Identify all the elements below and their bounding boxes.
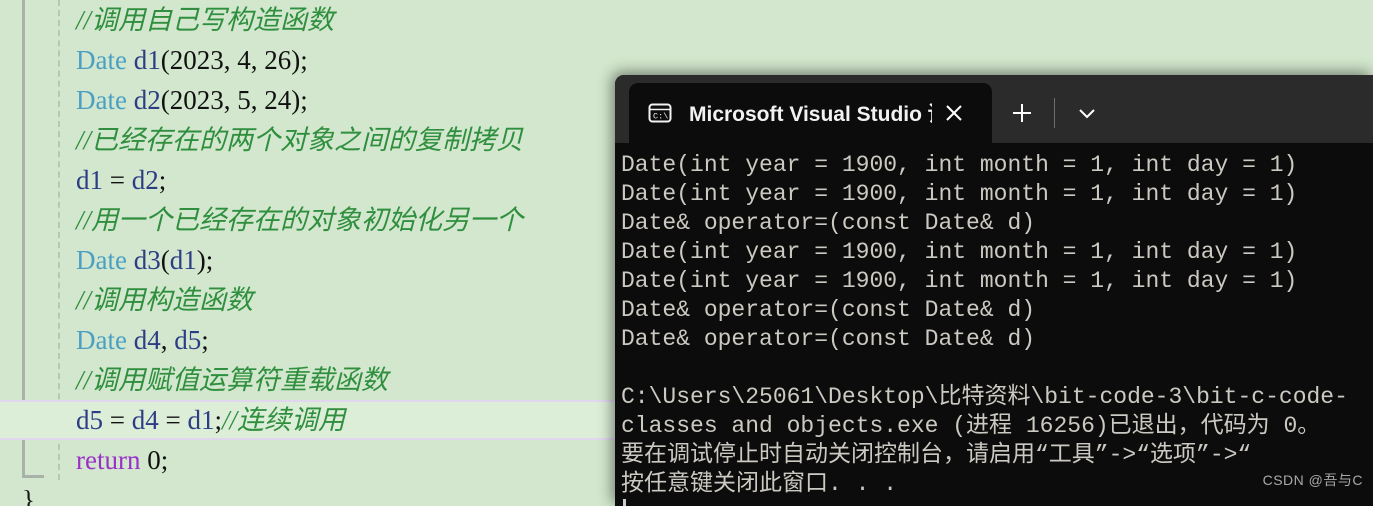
console-line: Date& operator=(const Date& d) xyxy=(621,326,1036,352)
console-line-list: Date(int year = 1900, int month = 1, int… xyxy=(621,151,1373,499)
code-token-var: d1 xyxy=(187,405,215,435)
code-token-var: d1 xyxy=(169,245,197,275)
titlebar-divider xyxy=(1054,98,1055,128)
code-token-plain: ); xyxy=(196,245,214,275)
code-token-var: d2 xyxy=(131,165,159,195)
close-tab-icon[interactable] xyxy=(932,91,976,135)
console-titlebar-actions xyxy=(1000,83,1109,143)
console-line: Date(int year = 1900, int month = 1, int… xyxy=(621,268,1298,294)
code-token-type: Date xyxy=(76,45,127,75)
code-token-plain: (2023, 4, 26); xyxy=(160,45,308,75)
chevron-down-icon[interactable] xyxy=(1065,91,1109,135)
code-token-comment: //调用自己写构造函数 xyxy=(76,5,335,35)
code-token-var: d1 xyxy=(76,165,103,195)
console-cursor xyxy=(623,499,626,506)
code-token-comment: //调用赋值运算符重载函数 xyxy=(76,365,389,395)
code-token-var: d1 xyxy=(133,45,161,75)
code-token-plain: 0; xyxy=(140,445,169,475)
code-token-var: d2 xyxy=(133,85,161,115)
new-tab-icon[interactable] xyxy=(1000,91,1044,135)
code-token-var: d5 xyxy=(174,325,202,355)
svg-text:C:\: C:\ xyxy=(653,112,668,122)
console-titlebar[interactable]: C:\ Microsoft Visual Studio 调试控 xyxy=(615,75,1373,143)
console-line: Date& operator=(const Date& d) xyxy=(621,210,1036,236)
code-token-comment: //用一个已经存在的对象初始化另一个 xyxy=(76,205,524,235)
console-output[interactable]: Date(int year = 1900, int month = 1, int… xyxy=(615,143,1373,506)
code-token-var: d3 xyxy=(133,245,161,275)
code-token-plain: ; xyxy=(214,405,222,435)
code-token-comment: //连续调用 xyxy=(221,405,345,435)
code-token-comment: //已经存在的两个对象之间的复制拷贝 xyxy=(76,125,524,155)
code-token-plain: ; xyxy=(158,165,167,195)
watermark-label: CSDN @吾与C xyxy=(1262,472,1363,488)
code-line[interactable]: //调用自己写构造函数 xyxy=(0,0,1373,40)
code-token-var: d4 xyxy=(131,405,159,435)
code-token-plain: = xyxy=(158,405,188,435)
code-token-var: d5 xyxy=(76,405,103,435)
code-token-type: Date xyxy=(76,245,127,275)
console-tab[interactable]: C:\ Microsoft Visual Studio 调试控 xyxy=(629,83,992,143)
code-token-plain: ( xyxy=(160,245,170,275)
code-token-type: Date xyxy=(76,85,127,115)
code-token-plain: = xyxy=(103,165,132,195)
screenshot-root: //调用自己写构造函数 Date d1(2023, 4, 26); Date d… xyxy=(0,0,1373,506)
console-line: classes and objects.exe (进程 16256)已退出，代码… xyxy=(621,413,1321,439)
console-tab-title: Microsoft Visual Studio 调试控 xyxy=(689,103,932,126)
console-line: Date& operator=(const Date& d) xyxy=(621,297,1036,323)
code-token-plain: = xyxy=(103,405,132,435)
code-token-brace: } xyxy=(22,485,35,506)
code-token-plain: (2023, 5, 24); xyxy=(160,85,308,115)
console-line: C:\Users\25061\Desktop\比特资料\bit-code-3\b… xyxy=(621,384,1348,410)
code-token-var: d4 xyxy=(133,325,161,355)
code-token-type: Date xyxy=(76,325,127,355)
console-line: Date(int year = 1900, int month = 1, int… xyxy=(621,181,1298,207)
console-window[interactable]: C:\ Microsoft Visual Studio 调试控 xyxy=(615,75,1373,506)
code-line[interactable]: Date d1(2023, 4, 26); xyxy=(0,40,1373,80)
console-line: 按任意键关闭此窗口. . . xyxy=(621,471,898,497)
console-line: Date(int year = 1900, int month = 1, int… xyxy=(621,152,1298,178)
code-token-plain: , xyxy=(160,325,175,355)
console-line: Date(int year = 1900, int month = 1, int… xyxy=(621,239,1298,265)
console-cmd-icon: C:\ xyxy=(647,100,673,126)
code-token-plain: ; xyxy=(201,325,209,355)
code-token-kw: return xyxy=(76,445,141,475)
code-token-comment: //调用构造函数 xyxy=(76,285,254,315)
console-line: 要在调试停止时自动关闭控制台，请启用“工具”->“选项”->“ xyxy=(621,442,1252,468)
